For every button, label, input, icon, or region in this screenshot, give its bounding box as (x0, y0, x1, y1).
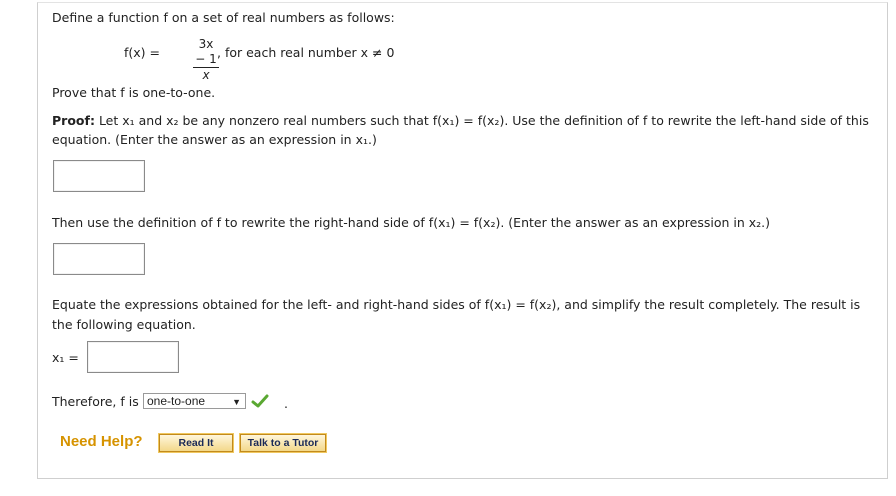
proof-line-2: equation. (Enter the answer as an expres… (52, 132, 377, 147)
intro-text: Define a function f on a set of real num… (52, 10, 395, 25)
read-it-button[interactable]: Read It (158, 433, 234, 453)
proof-line-1: Proof: Let x₁ and x₂ be any nonzero real… (52, 113, 869, 128)
step3-line-1: Equate the expressions obtained for the … (52, 297, 861, 312)
formula-denominator: x (202, 68, 210, 82)
answer-input-2[interactable] (54, 244, 148, 276)
step2-text: Then use the definition of f to rewrite … (52, 215, 771, 230)
talk-to-tutor-button[interactable]: Talk to a Tutor (239, 433, 327, 453)
proof-text-1: Let x₁ and x₂ be any nonzero real number… (98, 113, 869, 128)
need-help-label: Need Help? (60, 433, 143, 450)
proof-label: Proof: (52, 113, 95, 128)
one-to-one-dropdown[interactable]: one-to-one ▼ (143, 393, 246, 409)
prove-text: Prove that f is one-to-one. (52, 85, 216, 100)
answer-box-3[interactable] (87, 341, 182, 374)
dropdown-arrow-icon[interactable]: ▼ (232, 395, 241, 409)
answer-input-3[interactable] (88, 342, 182, 374)
answer-box-1[interactable] (53, 160, 148, 193)
answer-lhs-label: x₁ = (52, 350, 79, 365)
correct-check-icon (251, 394, 269, 408)
answer-box-2[interactable] (53, 243, 148, 276)
dropdown-selected-value: one-to-one (147, 394, 206, 408)
formula-condition: , for each real number x ≠ 0 (217, 45, 395, 60)
step3-line-2: the following equation. (52, 317, 196, 332)
formula-lhs: f(x) = (124, 45, 160, 60)
formula-numerator: 3x − 1 (195, 37, 217, 66)
therefore-suffix: . (284, 396, 288, 411)
formula-fraction: 3x − 1 x (193, 37, 219, 83)
therefore-prefix: Therefore, f is (52, 394, 139, 409)
answer-input-1[interactable] (54, 161, 148, 193)
